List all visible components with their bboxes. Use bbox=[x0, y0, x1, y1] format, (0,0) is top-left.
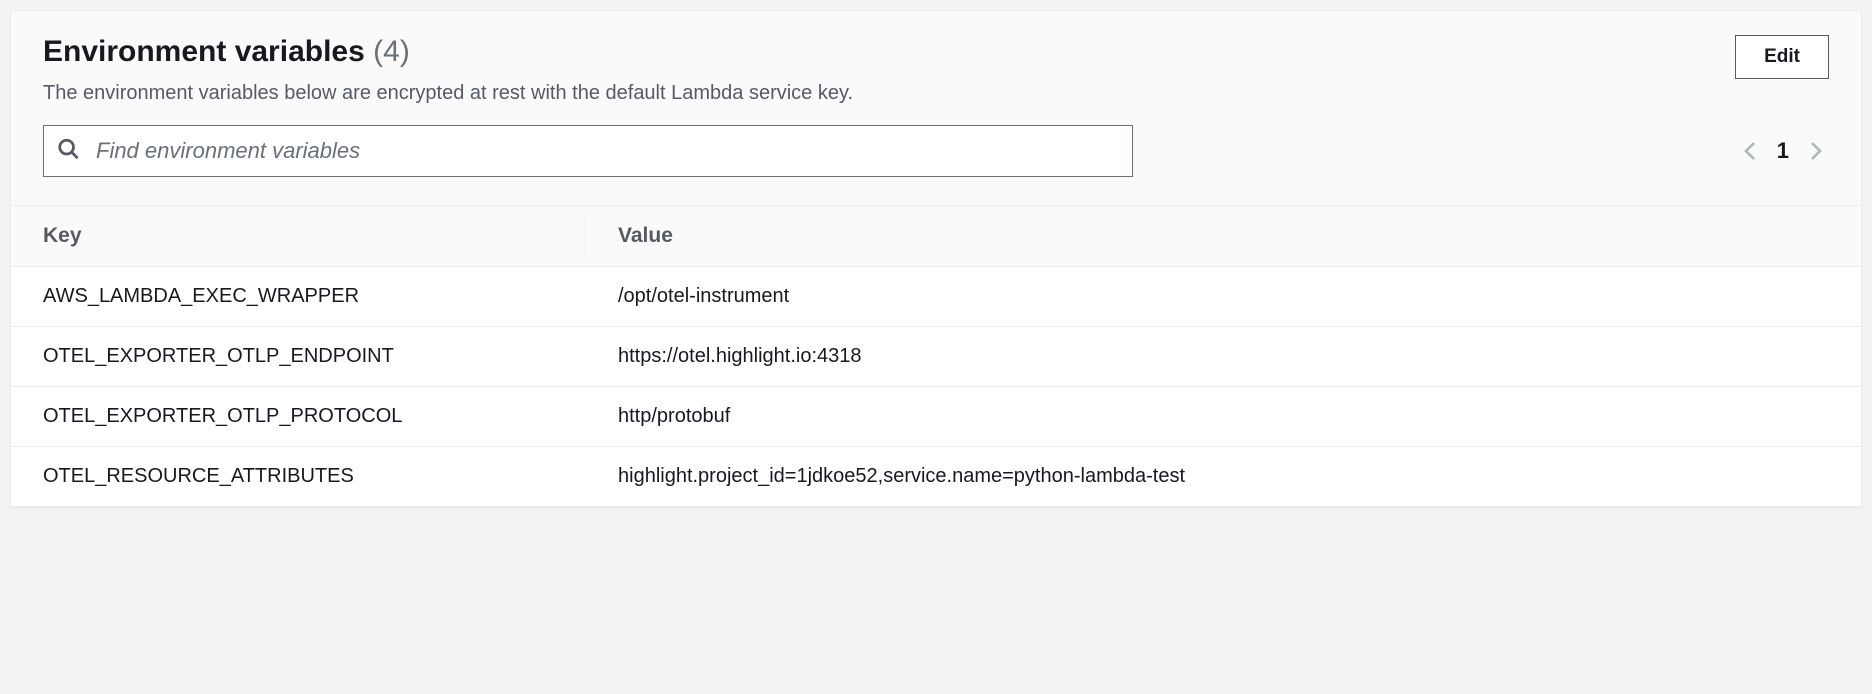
cell-value: highlight.project_id=1jdkoe52,service.na… bbox=[586, 447, 1861, 506]
panel-title: Environment variables (4) bbox=[43, 35, 853, 69]
table-row[interactable]: OTEL_EXPORTER_OTLP_PROTOCOLhttp/protobuf bbox=[11, 387, 1861, 447]
cell-value: /opt/otel-instrument bbox=[586, 267, 1861, 326]
search-wrap bbox=[43, 125, 1133, 177]
column-header-key[interactable]: Key bbox=[11, 206, 586, 266]
table-header: Key Value bbox=[11, 206, 1861, 267]
search-input[interactable] bbox=[43, 125, 1133, 177]
panel-header: Environment variables (4) The environmen… bbox=[11, 11, 1861, 206]
page-prev-button[interactable] bbox=[1743, 139, 1759, 163]
title-row: Environment variables (4) The environmen… bbox=[43, 35, 1829, 107]
table-row[interactable]: OTEL_EXPORTER_OTLP_ENDPOINThttps://otel.… bbox=[11, 327, 1861, 387]
controls-row: 1 bbox=[43, 125, 1829, 177]
table-row[interactable]: AWS_LAMBDA_EXEC_WRAPPER/opt/otel-instrum… bbox=[11, 267, 1861, 327]
panel-description: The environment variables below are encr… bbox=[43, 79, 853, 107]
cell-key: AWS_LAMBDA_EXEC_WRAPPER bbox=[11, 267, 586, 326]
pagination: 1 bbox=[1743, 138, 1823, 164]
edit-button[interactable]: Edit bbox=[1735, 35, 1829, 79]
title-text: Environment variables bbox=[43, 35, 365, 68]
cell-value: http/protobuf bbox=[586, 387, 1861, 446]
table-body: AWS_LAMBDA_EXEC_WRAPPER/opt/otel-instrum… bbox=[11, 267, 1861, 506]
column-header-value[interactable]: Value bbox=[586, 206, 1861, 266]
page-current: 1 bbox=[1777, 138, 1789, 164]
title-count: (4) bbox=[373, 35, 410, 68]
cell-key: OTEL_EXPORTER_OTLP_PROTOCOL bbox=[11, 387, 586, 446]
env-vars-panel: Environment variables (4) The environmen… bbox=[10, 10, 1862, 507]
cell-key: OTEL_RESOURCE_ATTRIBUTES bbox=[11, 447, 586, 506]
title-block: Environment variables (4) The environmen… bbox=[43, 35, 853, 107]
page-next-button[interactable] bbox=[1807, 139, 1823, 163]
table-row[interactable]: OTEL_RESOURCE_ATTRIBUTEShighlight.projec… bbox=[11, 447, 1861, 506]
cell-key: OTEL_EXPORTER_OTLP_ENDPOINT bbox=[11, 327, 586, 386]
cell-value: https://otel.highlight.io:4318 bbox=[586, 327, 1861, 386]
